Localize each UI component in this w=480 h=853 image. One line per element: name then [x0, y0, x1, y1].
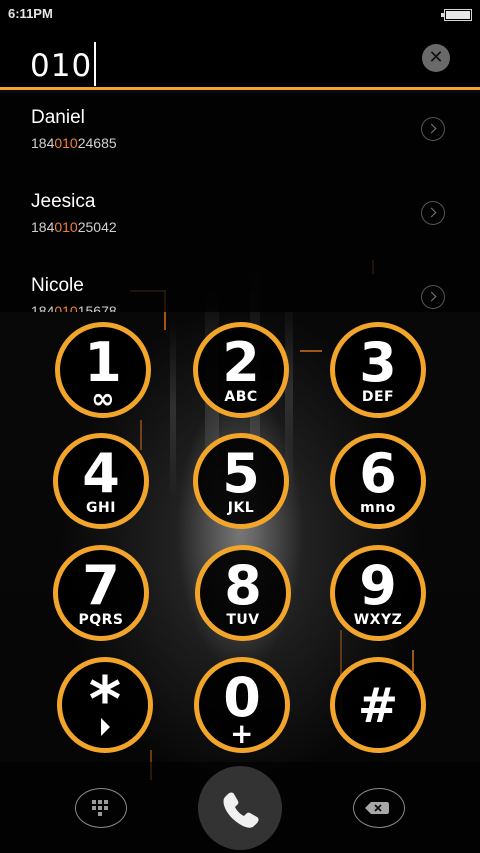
- key-letters: DEF: [361, 389, 395, 405]
- key-letters: WXYZ: [353, 612, 403, 628]
- key-digit: 6: [359, 442, 397, 505]
- key-letters: [62, 718, 148, 740]
- key-star[interactable]: *: [57, 657, 153, 753]
- contact-number: 18401025042: [31, 219, 117, 235]
- key-letters: +: [230, 717, 254, 750]
- key-letters: PQRS: [78, 612, 124, 628]
- contact-name: Nicole: [31, 275, 84, 296]
- key-2[interactable]: 2 ABC: [193, 322, 289, 418]
- dial-input-value: 010: [30, 48, 93, 84]
- key-0[interactable]: 0 +: [194, 657, 290, 753]
- contact-item-jeesica[interactable]: Jeesica 18401025042: [0, 177, 480, 261]
- backspace-icon: [364, 801, 389, 814]
- dial-input[interactable]: 010: [30, 42, 97, 86]
- phone-icon: [223, 792, 259, 828]
- key-digit: 5: [222, 442, 260, 505]
- dial-header: 010 ✕: [0, 30, 480, 90]
- key-1[interactable]: 1 ∞: [55, 322, 151, 418]
- key-digit: 8: [224, 554, 262, 617]
- dialpad-icon: [91, 799, 108, 816]
- key-digit: #: [357, 678, 399, 734]
- key-letters: TUV: [226, 612, 260, 628]
- key-letters: GHI: [86, 500, 116, 516]
- backspace-button[interactable]: [353, 788, 405, 828]
- chevron-right-icon[interactable]: [421, 285, 445, 309]
- key-digit: 3: [359, 331, 397, 394]
- contact-item-nicole[interactable]: Nicole 18401015678: [0, 261, 480, 312]
- key-digit: 9: [359, 554, 397, 617]
- status-time: 6:11PM: [8, 6, 53, 21]
- key-8[interactable]: 8 TUV: [195, 545, 291, 641]
- chevron-right-icon[interactable]: [421, 117, 445, 141]
- key-hash[interactable]: #: [330, 657, 426, 753]
- close-icon: ✕: [428, 47, 444, 68]
- key-letters: JKL: [227, 500, 255, 516]
- battery-icon: [441, 9, 472, 21]
- clear-button[interactable]: ✕: [422, 44, 450, 72]
- text-cursor: [94, 42, 97, 86]
- contact-number: 18401015678: [31, 303, 117, 312]
- key-letters: ABC: [224, 389, 258, 405]
- contact-name: Daniel: [31, 107, 85, 128]
- key-letters: ∞: [91, 382, 115, 415]
- key-3[interactable]: 3 DEF: [330, 322, 426, 418]
- key-digit: 4: [82, 442, 120, 505]
- contact-number: 18401024685: [31, 135, 117, 151]
- key-4[interactable]: 4 GHI: [53, 433, 149, 529]
- chevron-right-icon[interactable]: [421, 201, 445, 225]
- key-7[interactable]: 7 PQRS: [53, 545, 149, 641]
- bottom-action-bar: [0, 762, 480, 853]
- key-letters: mno: [360, 500, 396, 516]
- contact-suggestions-list: Daniel 18401024685 Jeesica 18401025042 N…: [0, 93, 480, 312]
- key-digit: 2: [222, 331, 260, 394]
- contact-item-daniel[interactable]: Daniel 18401024685: [0, 93, 480, 177]
- contact-name: Jeesica: [31, 191, 96, 212]
- key-digit: 7: [82, 554, 120, 617]
- key-6[interactable]: 6 mno: [330, 433, 426, 529]
- status-bar: 6:11PM: [0, 0, 480, 30]
- call-button[interactable]: [198, 766, 282, 850]
- key-5[interactable]: 5 JKL: [193, 433, 289, 529]
- key-9[interactable]: 9 WXYZ: [330, 545, 426, 641]
- dialpad-toggle-button[interactable]: [75, 788, 127, 828]
